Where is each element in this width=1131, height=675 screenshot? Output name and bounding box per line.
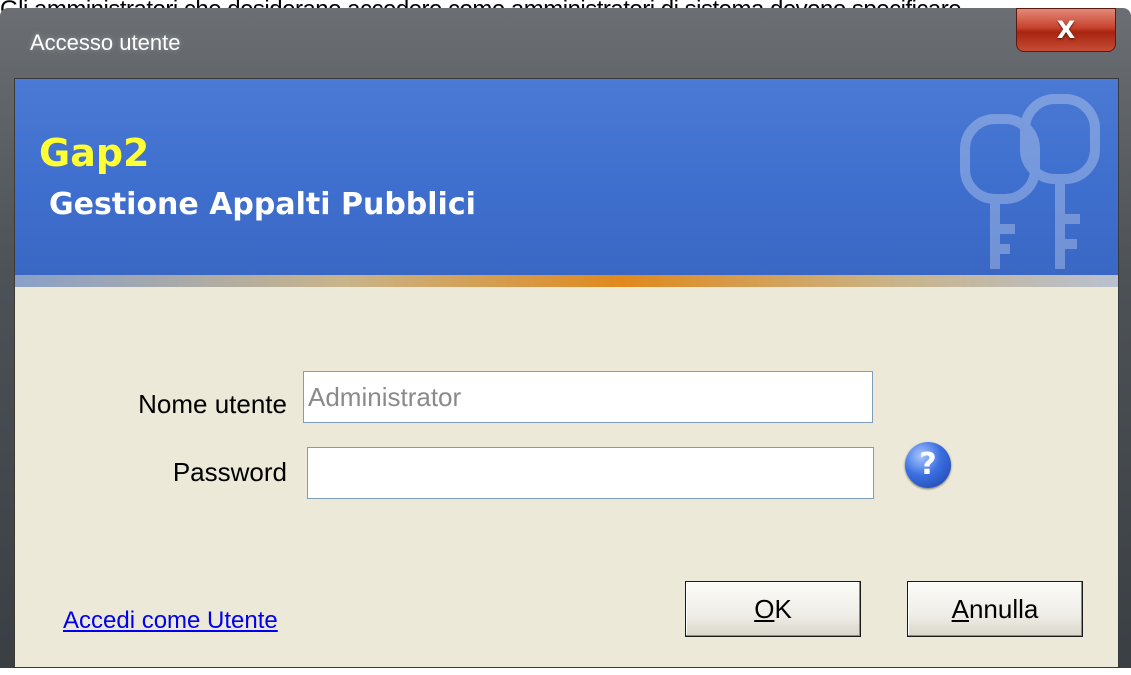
password-input[interactable]	[307, 447, 874, 499]
ok-label-rest: K	[774, 593, 792, 624]
ok-button[interactable]: OK	[685, 581, 861, 637]
app-name: Gap2	[39, 131, 150, 175]
cancel-label-rest: nnulla	[968, 593, 1039, 624]
username-label: Nome utente	[138, 389, 287, 419]
window-title: Accesso utente	[30, 30, 181, 55]
cancel-access-key: A	[951, 593, 969, 624]
dialog-client-area: Gap2 Gestione Appalti Pubblici Nome uten…	[14, 78, 1119, 668]
app-subtitle: Gestione Appalti Pubblici	[49, 187, 476, 222]
password-label: Password	[172, 457, 287, 487]
login-as-user-link[interactable]: Accedi come Utente	[63, 607, 278, 635]
ok-access-key: O	[754, 593, 775, 624]
cancel-button[interactable]: Annulla	[907, 581, 1083, 637]
login-window: Accesso utente X Gap2 Gestione Appalti P…	[0, 8, 1131, 668]
close-icon: X	[1056, 16, 1076, 44]
username-input[interactable]	[303, 371, 873, 423]
help-icon: ?	[919, 447, 937, 482]
help-button[interactable]: ?	[905, 442, 951, 488]
app-banner: Gap2 Gestione Appalti Pubblici	[15, 79, 1118, 275]
title-bar[interactable]: Accesso utente X	[0, 8, 1131, 78]
banner-divider	[15, 275, 1118, 287]
keys-icon	[960, 94, 1100, 269]
close-button[interactable]: X	[1016, 8, 1116, 52]
